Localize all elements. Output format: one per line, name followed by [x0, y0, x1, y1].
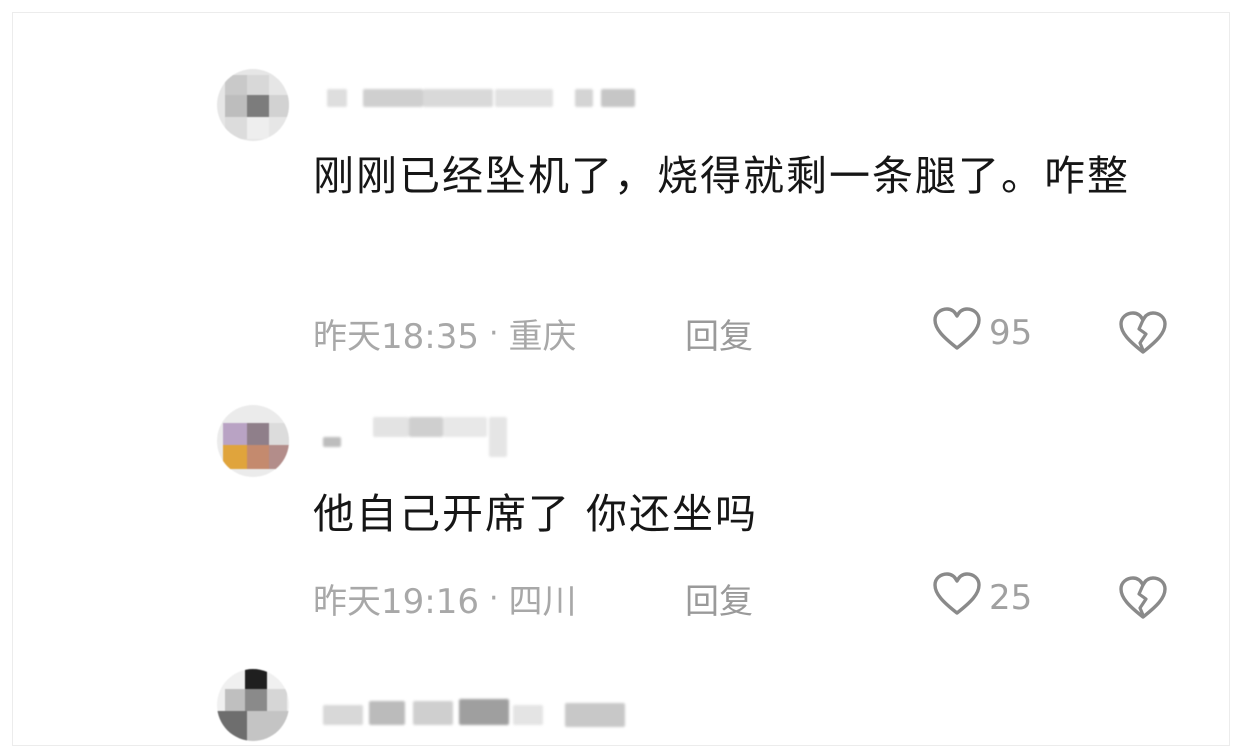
broken-heart-icon[interactable]	[1117, 310, 1169, 365]
meta-separator: ·	[488, 315, 499, 351]
avatar[interactable]	[217, 669, 289, 741]
comment-list: 刚刚已经坠机了，烧得就剩一条腿了。咋整 昨天18:35 · 重庆 回复 95 他…	[12, 12, 1230, 746]
comment-meta: 昨天18:35 · 重庆 回复 95	[313, 306, 1183, 361]
meta-separator: ·	[488, 580, 499, 616]
comment-time: 昨天18:35	[313, 316, 479, 357]
heart-outline-icon	[931, 306, 983, 361]
like-count: 95	[989, 313, 1033, 353]
comment-location: 四川	[508, 581, 577, 622]
like-button[interactable]: 25	[931, 571, 1032, 626]
username-blurred[interactable]	[313, 681, 653, 727]
reply-button[interactable]: 回复	[685, 309, 753, 358]
comment-text: 刚刚已经坠机了，烧得就剩一条腿了。咋整	[313, 152, 1130, 200]
comment-text: 他自己开席了 你还坐吗	[313, 490, 759, 538]
comment-time: 昨天19:16	[313, 581, 479, 622]
like-button[interactable]: 95	[931, 306, 1032, 361]
avatar[interactable]	[217, 69, 289, 141]
like-count: 25	[989, 578, 1033, 618]
comment-meta: 昨天19:16 · 四川 回复 25	[313, 571, 1183, 626]
username-blurred[interactable]	[313, 81, 653, 115]
broken-heart-icon[interactable]	[1117, 575, 1169, 630]
comment-location: 重庆	[508, 316, 577, 357]
reply-button[interactable]: 回复	[685, 574, 753, 623]
heart-outline-icon	[931, 571, 983, 626]
avatar[interactable]	[217, 405, 289, 477]
username-blurred[interactable]	[313, 417, 653, 457]
